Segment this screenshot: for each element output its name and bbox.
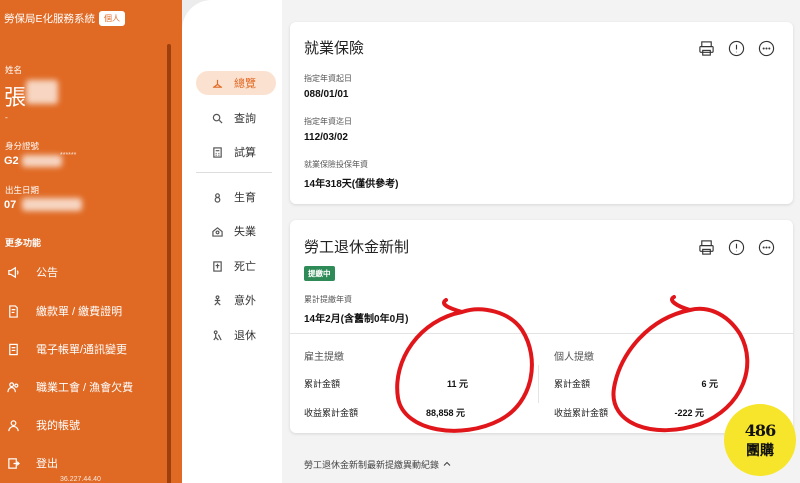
- name-label: 姓名: [5, 65, 23, 75]
- receipt-icon: [6, 304, 20, 318]
- tab-label: 失業: [234, 226, 256, 238]
- personal-contribution-title: 個人提繳: [554, 352, 594, 363]
- pension-history-link[interactable]: 勞工退休金新制最新提繳異動紀錄: [304, 458, 451, 471]
- retirement-icon: [210, 329, 224, 341]
- tab-accident[interactable]: 意外: [196, 288, 276, 312]
- death-icon: [210, 260, 224, 272]
- app-title-text: 勞保局E化服務系統: [4, 13, 96, 25]
- user-icon: [6, 418, 20, 432]
- ip-address: 36.227.44.40: [60, 476, 101, 483]
- sidebar-item-account[interactable]: 我的帳號: [0, 412, 165, 438]
- labor-pension-card: 勞工退休金新制 提繳中 累計提繳年資 14年2月(含舊制0年0月) 雇主提繳 累…: [290, 220, 793, 433]
- overview-icon: [210, 78, 224, 89]
- employer-contribution-title: 雇主提繳: [304, 352, 344, 363]
- tab-label: 總覽: [234, 78, 256, 90]
- tab-overview[interactable]: 總覽: [196, 71, 276, 95]
- card-title: 勞工退休金新制: [304, 239, 410, 256]
- end-date-label: 指定年資迄日: [304, 117, 352, 126]
- document-icon: [6, 342, 20, 356]
- more-functions-title: 更多功能: [5, 238, 42, 248]
- start-date-value: 088/01/01: [304, 89, 349, 100]
- pension-history-label: 勞工退休金新制最新提繳異動紀錄: [304, 460, 440, 470]
- sidebar-item-label: 登出: [36, 458, 58, 470]
- sidebar-item-label: 繳款單 / 繳費證明: [36, 306, 123, 318]
- tab-retirement[interactable]: 退休: [196, 323, 276, 347]
- app-title: 勞保局E化服務系統 個人: [4, 11, 126, 26]
- personal-badge: 個人: [99, 11, 126, 26]
- employer-total-label: 累計金額: [304, 379, 341, 389]
- more-icon[interactable]: [757, 238, 775, 256]
- profile-sidebar: 勞保局E化服務系統 個人 姓名 張 - 身分證號 G2 ****** 出生日期 …: [0, 0, 182, 483]
- sidebar-item-label: 電子帳單/通訊變更: [36, 344, 128, 356]
- birth-redaction: [22, 198, 82, 211]
- card-divider: [290, 333, 793, 334]
- tab-label: 查詢: [234, 113, 256, 125]
- tab-label: 生育: [234, 192, 256, 204]
- accident-icon: [210, 294, 224, 306]
- insured-years-label: 就業保險投保年資: [304, 160, 368, 169]
- birth-value: 07: [4, 199, 17, 211]
- tab-label: 死亡: [234, 261, 256, 273]
- logout-icon: [6, 456, 20, 470]
- sidebar-item-payment[interactable]: 繳款單 / 繳費證明: [0, 298, 165, 324]
- birth-label: 出生日期: [5, 185, 40, 195]
- id-mask: ******: [60, 152, 77, 159]
- tab-label: 退休: [234, 330, 256, 342]
- chevron-up-icon: [443, 460, 451, 470]
- sidebar-item-label: 我的帳號: [36, 420, 80, 432]
- id-redaction: [22, 155, 62, 167]
- tab-label: 試算: [234, 147, 256, 159]
- info-icon[interactable]: [727, 39, 745, 57]
- print-icon[interactable]: [697, 39, 715, 57]
- name-suffix: -: [5, 112, 8, 122]
- personal-profit-value: -222 元: [674, 408, 704, 418]
- megaphone-icon: [6, 265, 20, 279]
- print-icon[interactable]: [697, 238, 715, 256]
- sidebar-item-announcement[interactable]: 公告: [0, 259, 165, 285]
- birth-icon: [210, 192, 224, 203]
- sidebar-item-label: 職業工會 / 漁會欠費: [36, 382, 134, 394]
- tab-death[interactable]: 死亡: [196, 254, 276, 278]
- employer-profit-value: 88,858 元: [425, 408, 465, 418]
- group-buy-stamp: 486 團購: [724, 404, 796, 476]
- personal-total-value: 6 元: [701, 379, 718, 389]
- sidebar-item-ebill[interactable]: 電子帳單/通訊變更: [0, 336, 165, 362]
- unemployment-icon: [210, 226, 224, 237]
- card-actions: [697, 39, 775, 57]
- info-icon[interactable]: [727, 238, 745, 256]
- more-icon[interactable]: [757, 39, 775, 57]
- subnav-divider: [196, 172, 272, 173]
- name-redaction: [26, 80, 58, 104]
- tab-birth[interactable]: 生育: [196, 185, 276, 209]
- tab-unemployment[interactable]: 失業: [196, 219, 276, 243]
- id-value: G2: [4, 155, 19, 167]
- sidebar-item-logout[interactable]: 登出: [0, 450, 165, 476]
- calculator-icon: [210, 146, 224, 158]
- card-title: 就業保險: [304, 40, 365, 57]
- tab-calculate[interactable]: 試算: [196, 140, 276, 164]
- sidebar-scrollbar[interactable]: [167, 44, 171, 483]
- search-icon: [210, 113, 224, 124]
- id-label: 身分證號: [5, 141, 40, 151]
- status-badge: 提繳中: [304, 266, 335, 281]
- insured-years-value: 14年318天(僅供參考): [304, 179, 399, 190]
- column-divider: [538, 365, 539, 403]
- sidebar-item-label: 公告: [36, 267, 58, 279]
- end-date-value: 112/03/02: [304, 132, 348, 143]
- name-value: 張: [4, 85, 27, 110]
- tab-label: 意外: [234, 295, 256, 307]
- personal-total-label: 累計金額: [554, 379, 591, 389]
- stamp-number: 486: [744, 420, 776, 440]
- contribution-years-label: 累計提繳年資: [304, 295, 352, 304]
- contribution-years-value: 14年2月(含舊制0年0月): [304, 314, 409, 325]
- employment-insurance-card: 就業保險 指定年資起日 088/01/01 指定年資迄日 112/03/02 就…: [290, 22, 793, 204]
- employer-total-value: 11 元: [446, 379, 468, 389]
- stamp-text: 團購: [746, 441, 774, 458]
- sidebar-item-union[interactable]: 職業工會 / 漁會欠費: [0, 374, 165, 400]
- card-actions: [697, 238, 775, 256]
- people-icon: [6, 380, 20, 394]
- tab-search[interactable]: 查詢: [196, 106, 276, 130]
- start-date-label: 指定年資起日: [304, 74, 352, 83]
